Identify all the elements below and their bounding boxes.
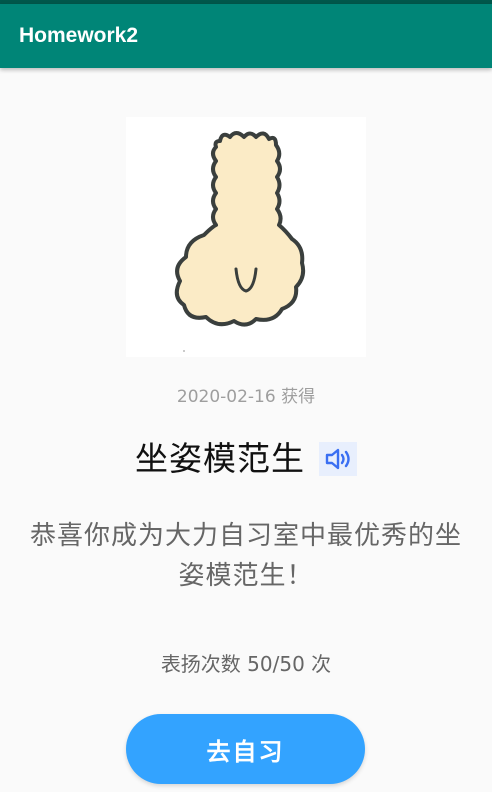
speaker-button[interactable]	[319, 442, 357, 476]
alpaca-illustration-icon	[174, 131, 306, 352]
earned-date: 2020-02-16 获得	[176, 387, 316, 407]
speaker-sound-icon	[325, 448, 350, 470]
app-title: Homework2	[19, 24, 139, 47]
praise-count: 表扬次数 50/50 次	[160, 652, 332, 676]
badge-description: 恭喜你成为大力自习室中最优秀的坐姿模范生！	[30, 521, 463, 591]
badge-title: 坐姿模范生	[135, 439, 305, 478]
go-study-button[interactable]: 去自习	[126, 714, 365, 784]
app-bar: Homework2	[0, 4, 492, 68]
badge-title-row: 坐姿模范生	[0, 430, 492, 482]
badge-image	[126, 117, 366, 357]
